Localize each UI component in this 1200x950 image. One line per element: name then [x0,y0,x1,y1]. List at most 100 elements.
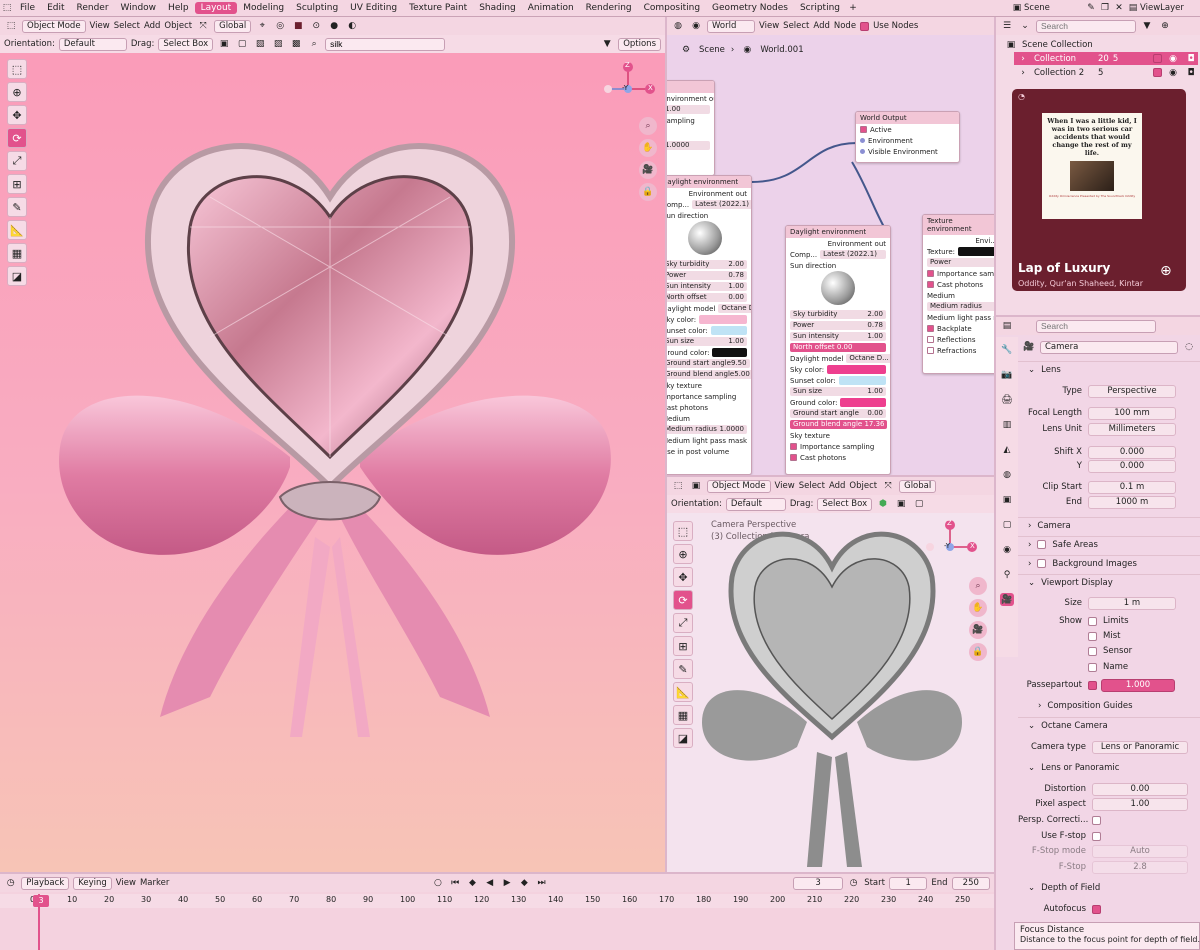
transform-tool-icon[interactable]: ⊞ [7,174,27,194]
scale-tool-icon[interactable]: ⤢ [7,151,27,171]
node-field[interactable]: North offset 0.00 [667,293,747,302]
object-mode-icon[interactable]: ▣ [689,480,703,493]
tab-rendering[interactable]: Rendering [580,2,638,14]
output-tab-icon[interactable]: 🖨 [1000,393,1014,406]
tab-animation[interactable]: Animation [522,2,580,14]
node-field[interactable]: Ground blend angle 17.36 [790,420,888,429]
node-label[interactable]: Cast photons [937,281,983,289]
extrude-tool-icon[interactable]: ◪ [673,728,693,748]
eye-icon[interactable]: ◉ [1166,66,1180,79]
filter-icon[interactable]: ▼ [600,38,614,51]
outliner-type-icon[interactable]: ☰ [1000,20,1014,33]
shading-material-icon[interactable]: ◐ [345,20,359,33]
node-field[interactable]: Power [927,258,994,267]
zoom-icon[interactable]: ⌕ [639,117,657,135]
camera-view-icon[interactable]: 🎥 [969,621,987,639]
lens-unit-dropdown[interactable]: Millimeters [1088,422,1176,436]
menu-view[interactable]: View [116,878,136,888]
timeline-type-icon[interactable]: ◷ [4,877,17,890]
node-label[interactable]: Cast photons [667,402,751,413]
node-field[interactable]: Ground blend angle 5.00 [667,370,751,379]
object-tab-icon[interactable]: ▢ [1000,518,1014,531]
safe-areas-panel-header[interactable]: › Safe Areas [1018,536,1200,552]
shift-y-field[interactable]: 0.000 [1088,459,1176,473]
limits-checkbox[interactable] [1088,616,1097,626]
cursor-tool-icon[interactable]: ⊕ [7,82,27,102]
editor-type-icon[interactable]: ⬚ [4,20,18,33]
node-dropdown[interactable]: Octane Da... [718,304,751,313]
node-field[interactable]: Sky turbidity 2.00 [667,260,747,269]
node-active[interactable]: Active [870,126,892,134]
spotify-icon[interactable]: ◔ [1018,92,1025,101]
autofocus-checkbox[interactable] [1092,904,1101,914]
lens-panel-header[interactable]: ⌄ Lens [1018,361,1200,377]
node-field[interactable]: Sun intensity 1.00 [790,332,886,341]
sun-direction-sphere[interactable] [687,221,722,255]
include-checkbox[interactable] [1153,68,1162,77]
transform-tool-icon[interactable]: ⊞ [673,636,693,656]
node-world-output[interactable]: World Output Active Environment Visible … [855,111,960,163]
next-keyframe-icon[interactable]: ◆ [518,877,531,890]
clip-end-field[interactable]: 1000 m [1088,495,1176,509]
lock-icon[interactable]: 🔒 [969,643,987,661]
include-checkbox[interactable] [1153,54,1162,63]
annotate-tool-icon[interactable]: ✎ [7,197,27,217]
options-dropdown[interactable]: Options [618,37,661,51]
pan-hand-icon[interactable]: ✋ [969,599,987,617]
menu-marker[interactable]: Marker [140,878,169,888]
material-swatch-icon[interactable]: ■ [291,20,305,33]
node-editor[interactable]: ◍ ◉ World View Select Add Node Use Nodes… [667,17,994,475]
outliner-row-collection[interactable]: › Collection 20 5 ◉ ◘ [1014,52,1198,65]
select-intersect-icon[interactable]: ▩ [289,38,303,51]
view-layer-name[interactable]: ViewLayer [1140,3,1200,13]
prev-keyframe-icon[interactable]: ◆ [466,877,479,890]
end-frame-field[interactable]: 250 [951,876,990,890]
camera-icon[interactable]: ◘ [1184,52,1198,65]
copy-icon[interactable]: ❐ [1098,2,1112,15]
node-label[interactable]: Backplate [937,325,972,333]
axis-gizmo[interactable]: Z -Y X [922,519,978,575]
node-field[interactable]: Sun size 1.00 [667,337,747,346]
physics-tab-icon[interactable]: ◉ [1000,543,1014,556]
move-tool-icon[interactable]: ✥ [673,567,693,587]
lens-type-dropdown[interactable]: Perspective [1088,384,1176,398]
extrude-tool-icon[interactable]: ◪ [7,266,27,286]
menu-view[interactable]: View [90,21,110,31]
menu-edit[interactable]: Edit [41,3,70,13]
measure-tool-icon[interactable]: 📐 [7,220,27,240]
camera-view-icon[interactable]: 🎥 [639,161,657,179]
filter-icon[interactable]: ▼ [1140,20,1154,33]
orientation-dropdown[interactable]: Default [58,37,127,51]
editor-type-icon[interactable]: ⬚ [671,480,685,493]
node-dropdown[interactable]: Latest (2022.1) [692,200,751,209]
display-size-field[interactable]: 1 m [1088,596,1176,610]
camera-icon[interactable]: ◘ [1184,66,1198,79]
new-collection-icon[interactable]: ⊕ [1158,20,1172,33]
node-field[interactable]: Power 0.78 [790,321,886,330]
clip-start-field[interactable]: 0.1 m [1088,480,1176,494]
menu-select[interactable]: Select [114,21,140,31]
node-color[interactable] [712,348,747,357]
sun-direction-sphere[interactable] [821,271,855,305]
tab-modeling[interactable]: Modeling [237,2,290,14]
menu-view[interactable]: View [775,481,795,491]
tab-shading[interactable]: Shading [473,2,522,14]
camera-panel-header[interactable]: › Camera [1018,517,1200,533]
node-label[interactable]: Importance sampling [667,391,751,402]
passepartout-checkbox[interactable] [1088,680,1097,690]
tab-uv-editing[interactable]: UV Editing [344,2,403,14]
background-images-panel-header[interactable]: › Background Images [1018,555,1200,571]
distortion-field[interactable]: 0.00 [1092,782,1188,796]
node-label[interactable]: Importance sampling [800,443,874,451]
render-tab-icon[interactable]: 📷 [1000,368,1014,381]
node-dropdown[interactable]: Octane D... [846,354,890,363]
select-mode-icon[interactable]: ▣ [217,38,231,51]
mist-checkbox[interactable] [1088,631,1097,641]
name-checkbox[interactable] [1088,662,1097,672]
rotate-tool-icon[interactable]: ⟳ [673,590,693,610]
playhead-frame-label[interactable]: 3 [33,895,49,907]
transform-dropdown[interactable]: Global [214,19,252,33]
tool-tab-icon[interactable]: 🔧 [1000,343,1014,356]
drag-dropdown[interactable]: Select Box [158,37,214,51]
scene-tab-icon[interactable]: ◭ [1000,443,1014,456]
